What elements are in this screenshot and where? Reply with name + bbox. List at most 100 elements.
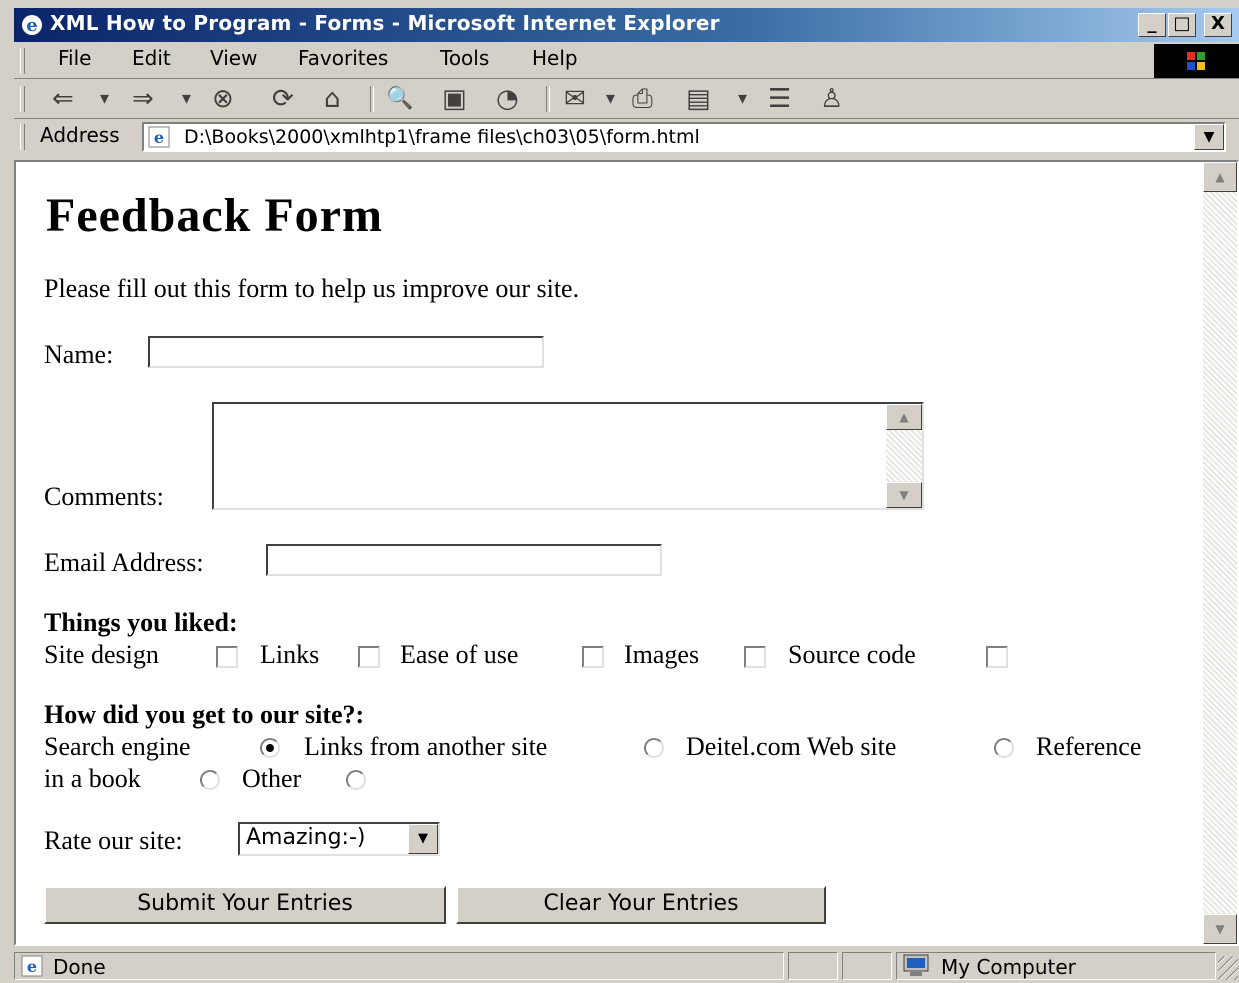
search-icon[interactable]: 🔍 <box>386 82 413 116</box>
liked-images-checkbox[interactable] <box>744 646 766 668</box>
svg-text:e: e <box>26 15 37 36</box>
menu-edit[interactable]: Edit <box>132 46 171 70</box>
comments-scroll-down-icon[interactable]: ▼ <box>886 482 922 508</box>
address-grip[interactable] <box>20 124 25 150</box>
liked-images-label: Images <box>624 640 700 669</box>
menu-file[interactable]: File <box>58 46 91 70</box>
forward-arrow-icon[interactable]: ⇒ <box>132 82 154 116</box>
how-reference-label-cont: in a book <box>44 764 141 793</box>
how-reference-radio[interactable] <box>200 770 220 790</box>
window-title: XML How to Program - Forms - Microsoft I… <box>50 11 720 35</box>
status-text: Done <box>53 955 106 979</box>
menu-favorites[interactable]: Favorites <box>298 46 388 70</box>
my-computer-icon <box>903 954 929 976</box>
favorites-icon[interactable]: ▣ <box>442 82 467 116</box>
resize-grip-icon[interactable] <box>1218 956 1238 980</box>
menu-help[interactable]: Help <box>532 46 578 70</box>
how-other-label: Other <box>242 764 302 793</box>
address-bar: Address e D:\Books\2000\xmlhtp1\frame fi… <box>14 120 1239 154</box>
rate-select[interactable]: Amazing:-) ▼ <box>238 822 440 856</box>
back-arrow-icon[interactable]: ⇐ <box>52 82 74 116</box>
comments-scrollbar[interactable]: ▲ ▼ <box>886 404 922 508</box>
comments-textarea[interactable]: ▲ ▼ <box>212 402 924 510</box>
liked-links-checkbox[interactable] <box>358 646 380 668</box>
print-icon[interactable]: ⎙ <box>632 82 653 116</box>
svg-text:e: e <box>154 128 164 147</box>
liked-site-design-checkbox[interactable] <box>216 646 238 668</box>
refresh-icon[interactable]: ⟳ <box>272 82 294 116</box>
scroll-up-icon[interactable]: ▲ <box>1203 162 1237 192</box>
submit-button[interactable]: Submit Your Entries <box>44 886 446 924</box>
edit-icon[interactable]: ▤ <box>686 82 711 116</box>
status-pane <box>842 952 892 980</box>
mail-dropdown-icon[interactable]: ▾ <box>606 82 615 116</box>
toolbar: ⇐ ▾ ⇒ ▾ ⊗ ⟳ ⌂ 🔍 ▣ ◔ ✉ ▾ ⎙ ▤ ▾ ☰ ♙ <box>14 80 1239 119</box>
liked-ease-of-use-label: Ease of use <box>400 640 519 669</box>
scroll-down-icon[interactable]: ▼ <box>1203 914 1237 944</box>
windows-logo-icon <box>1154 44 1239 78</box>
toolbar-separator <box>546 86 550 112</box>
name-input[interactable] <box>148 336 544 368</box>
status-pane <box>788 952 838 980</box>
toolbar-grip[interactable] <box>20 86 25 112</box>
history-icon[interactable]: ◔ <box>496 82 519 116</box>
liked-source-code-label: Source code <box>788 640 916 669</box>
menu-bar: File Edit View Favorites Tools Help <box>14 44 1239 79</box>
how-search-engine-radio[interactable] <box>260 738 280 758</box>
home-icon[interactable]: ⌂ <box>324 82 341 116</box>
how-deitel-label: Deitel.com Web site <box>686 732 897 761</box>
comments-scroll-up-icon[interactable]: ▲ <box>886 404 922 430</box>
liked-links-label: Links <box>260 640 320 669</box>
how-links-radio[interactable] <box>644 738 664 758</box>
status-zone-text: My Computer <box>941 955 1076 979</box>
how-other-radio[interactable] <box>346 770 366 790</box>
liked-ease-of-use-checkbox[interactable] <box>582 646 604 668</box>
menu-view[interactable]: View <box>210 46 257 70</box>
messenger-icon[interactable]: ♙ <box>820 82 843 116</box>
discuss-icon[interactable]: ☰ <box>768 82 791 116</box>
page-icon: e <box>148 126 170 148</box>
status-zone-pane: My Computer <box>896 952 1216 980</box>
name-label: Name: <box>44 340 114 369</box>
mail-icon[interactable]: ✉ <box>564 82 586 116</box>
forward-dropdown-icon[interactable]: ▾ <box>182 82 191 116</box>
email-input[interactable] <box>266 544 662 576</box>
address-input[interactable]: e D:\Books\2000\xmlhtp1\frame files\ch03… <box>142 122 1226 152</box>
liked-source-code-checkbox[interactable] <box>986 646 1008 668</box>
page-content: ▲ ▼ Feedback Form Please fill out this f… <box>14 160 1239 946</box>
how-deitel-radio[interactable] <box>994 738 1014 758</box>
edit-dropdown-icon[interactable]: ▾ <box>738 82 747 116</box>
menu-grip[interactable] <box>20 48 25 74</box>
svg-text:e: e <box>27 957 37 976</box>
address-dropdown-icon[interactable]: ▼ <box>1194 124 1224 150</box>
status-main-pane: e Done <box>14 952 784 980</box>
liked-heading: Things you liked: <box>44 608 238 637</box>
title-bar[interactable]: e XML How to Program - Forms - Microsoft… <box>14 8 1239 42</box>
page-title: Feedback Form <box>46 189 383 242</box>
email-label: Email Address: <box>44 548 204 577</box>
address-url: D:\Books\2000\xmlhtp1\frame files\ch03\0… <box>184 126 700 148</box>
maximize-button[interactable]: □ <box>1168 13 1196 37</box>
how-links-label: Links from another site <box>304 732 548 761</box>
back-dropdown-icon[interactable]: ▾ <box>100 82 109 116</box>
how-heading: How did you get to our site?: <box>44 700 365 729</box>
rate-label: Rate our site: <box>44 826 183 855</box>
vertical-scrollbar[interactable]: ▲ ▼ <box>1203 162 1237 944</box>
minimize-button[interactable]: _ <box>1138 13 1166 37</box>
comments-label: Comments: <box>44 482 164 511</box>
page-done-icon: e <box>21 955 43 977</box>
menu-tools[interactable]: Tools <box>440 46 489 70</box>
stop-icon[interactable]: ⊗ <box>212 82 234 116</box>
address-label: Address <box>40 123 120 147</box>
rate-dropdown-icon[interactable]: ▼ <box>408 824 438 854</box>
how-search-engine-label: Search engine <box>44 732 191 761</box>
toolbar-separator <box>370 86 374 112</box>
ie-logo-icon: e <box>22 15 42 36</box>
intro-text: Please fill out this form to help us imp… <box>44 274 580 303</box>
how-reference-label: Reference <box>1036 732 1142 761</box>
rate-selected-value: Amazing:-) <box>246 825 366 850</box>
clear-button[interactable]: Clear Your Entries <box>456 886 826 924</box>
liked-site-design-label: Site design <box>44 640 159 669</box>
close-button[interactable]: X <box>1204 13 1232 37</box>
status-bar: e Done My Computer <box>14 950 1239 983</box>
